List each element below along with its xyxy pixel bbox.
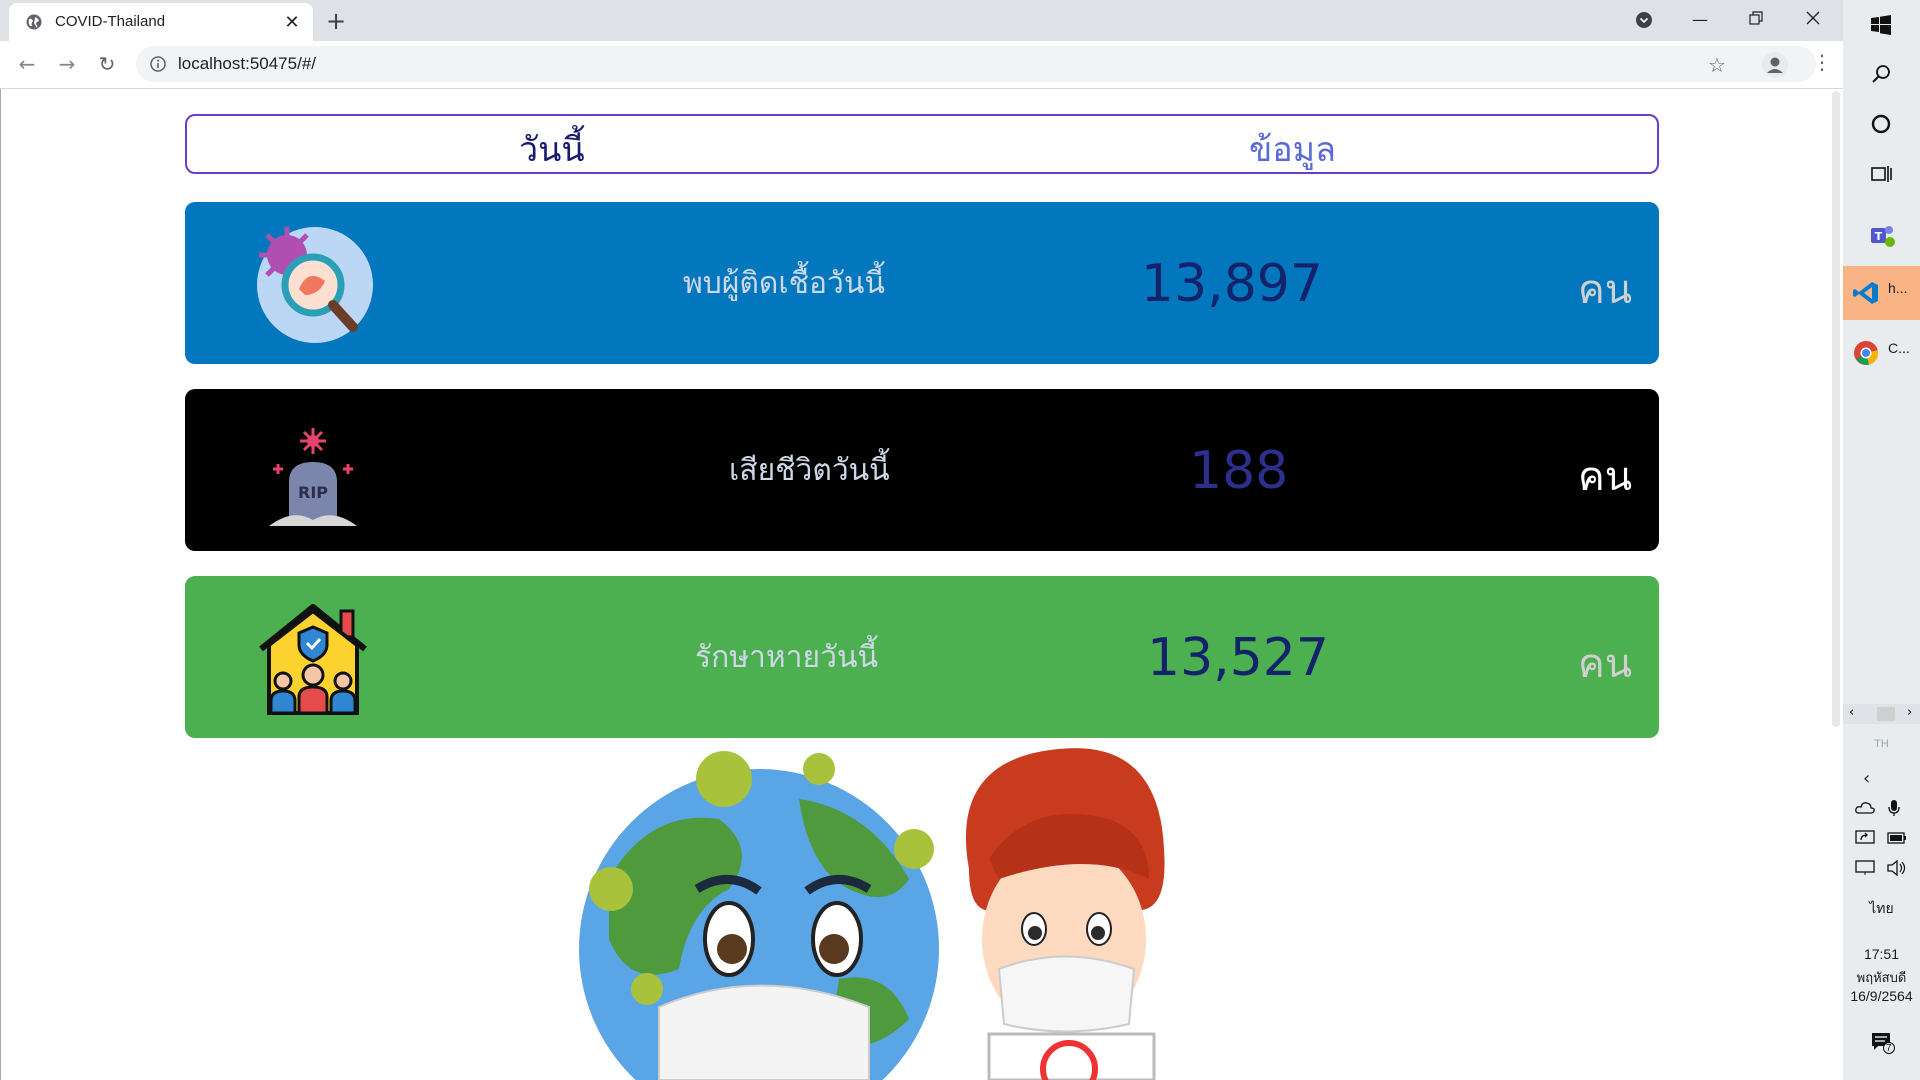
battery-icon[interactable] (1887, 832, 1907, 844)
infected-value: 13,897 (1141, 254, 1323, 314)
taskbar-vscode[interactable]: h... (1843, 266, 1920, 320)
infected-card: พบผู้ติดเชื้อวันนี้ 13,897 คน (185, 202, 1659, 364)
task-view-icon[interactable] (1871, 164, 1893, 184)
taskbar-scroller[interactable]: ‹ › (1843, 704, 1920, 724)
teams-icon: T (1871, 226, 1895, 247)
taskbar-chrome[interactable]: C... (1843, 326, 1920, 380)
cortana-icon[interactable] (1871, 114, 1891, 134)
clock-time[interactable]: 17:51 (1843, 946, 1920, 962)
virus-magnifier-icon (257, 227, 373, 343)
windows-start-icon[interactable] (1871, 15, 1891, 35)
reload-icon[interactable]: ↻ (94, 51, 120, 77)
recovered-unit: คน (1578, 641, 1633, 687)
tab-title: COVID-Thailand (55, 13, 166, 30)
onedrive-icon[interactable] (1855, 800, 1875, 814)
browser-toolbar: ← → ↻ localhost:50475/#/ ☆ (0, 41, 1843, 89)
url-text[interactable]: localhost:50475/#/ (178, 54, 316, 74)
address-bar[interactable]: localhost:50475/#/ ☆ (136, 46, 1816, 82)
scroll-thumb-small[interactable] (1877, 707, 1895, 721)
page-scrollbar[interactable] (1830, 89, 1842, 729)
close-window-icon[interactable] (1806, 11, 1820, 25)
back-icon[interactable]: ← (14, 51, 40, 77)
windows-taskbar: T h... C... ‹ › TH ‹ ไทย 17:51 พฤหัสบดี … (1843, 0, 1920, 1080)
family-house-icon (259, 604, 367, 715)
clock-date[interactable]: 16/9/2564 (1843, 988, 1920, 1004)
vscode-icon (1853, 282, 1878, 304)
search-icon[interactable] (1871, 64, 1891, 84)
info-icon[interactable] (150, 56, 166, 72)
display-network-icon[interactable] (1855, 860, 1875, 876)
forward-icon[interactable]: → (54, 51, 80, 77)
svg-text:T: T (1875, 230, 1883, 243)
clock-day[interactable]: พฤหัสบดี (1843, 967, 1920, 988)
tab-info[interactable]: ข้อมูล (1249, 122, 1336, 176)
rip-tombstone-icon: RIP (269, 428, 357, 526)
page-nav: วันนี้ ข้อมูล (185, 114, 1659, 174)
chrome-icon (1854, 341, 1879, 365)
scroll-thumb[interactable] (1832, 91, 1840, 727)
deaths-card: RIP เสียชีวิตวันนี้ 188 คน (185, 389, 1659, 551)
bookmark-star-icon[interactable]: ☆ (1708, 53, 1726, 77)
svg-text:RIP: RIP (298, 483, 328, 502)
profile-icon[interactable] (1762, 52, 1788, 78)
lang-indicator-small: TH (1874, 738, 1889, 750)
tab-close-icon[interactable]: ✕ (281, 12, 303, 34)
page-viewport: วันนี้ ข้อมูล พบผู้ติดเชื้อวันนี้ 13,897… (0, 89, 1843, 1080)
deaths-unit: คน (1578, 454, 1633, 500)
tab-strip: COVID-Thailand ✕ + — (0, 0, 1843, 41)
infected-unit: คน (1578, 267, 1633, 313)
chrome-label: C... (1888, 340, 1910, 356)
more-menu-icon[interactable]: ⋮ (1812, 52, 1832, 72)
taskbar-teams[interactable]: T (1843, 210, 1920, 258)
language-indicator[interactable]: ไทย (1843, 898, 1920, 920)
infected-label: พบผู้ติดเชื้อวันนี้ (683, 266, 885, 301)
recovered-value: 13,527 (1147, 628, 1329, 688)
vscode-label: h... (1888, 280, 1908, 296)
notification-count: 7 (1886, 1043, 1892, 1054)
globe-icon (26, 14, 42, 30)
minimize-icon[interactable]: — (1680, 6, 1720, 34)
volume-icon[interactable] (1887, 860, 1907, 876)
tab-search-icon[interactable] (1636, 12, 1652, 28)
deaths-label: เสียชีวิตวันนี้ (729, 453, 890, 488)
new-tab-button[interactable]: + (322, 7, 350, 35)
browser-tab[interactable]: COVID-Thailand ✕ (9, 3, 313, 41)
recovered-card: รักษาหายวันนี้ 13,527 คน (185, 576, 1659, 738)
tab-today[interactable]: วันนี้ (519, 122, 585, 176)
deaths-value: 188 (1189, 441, 1289, 501)
network-sync-icon[interactable] (1855, 830, 1875, 846)
recovered-label: รักษาหายวันนี้ (695, 640, 878, 675)
covid-illustration (579, 748, 1165, 1080)
scroll-left-icon[interactable]: ‹ (1849, 705, 1854, 720)
scroll-right-icon[interactable]: › (1907, 705, 1912, 720)
restore-icon[interactable] (1749, 11, 1763, 25)
microphone-icon[interactable] (1887, 799, 1901, 817)
chevron-left-icon[interactable]: ‹ (1863, 768, 1870, 789)
